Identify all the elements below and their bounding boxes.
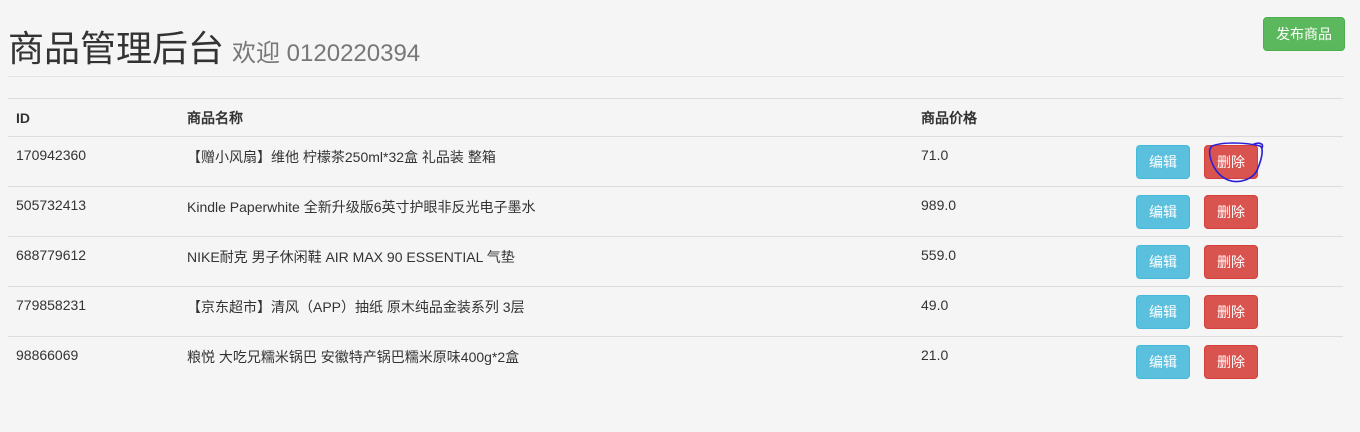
edit-button[interactable]: 编辑 — [1136, 245, 1190, 279]
table-row: 505732413 Kindle Paperwhite 全新升级版6英寸护眼非反… — [8, 186, 1343, 237]
product-id: 170942360 — [8, 136, 179, 187]
welcome-text: 欢迎 0120220394 — [232, 40, 421, 67]
product-id: 98866069 — [8, 336, 179, 387]
page-header: 商品管理后台 欢迎 0120220394 发布商品 — [8, 14, 1345, 77]
edit-button[interactable]: 编辑 — [1136, 145, 1190, 179]
column-header-name: 商品名称 — [179, 98, 913, 137]
product-name: 【赠小风扇】维他 柠檬茶250ml*32盒 礼品装 整箱 — [179, 136, 913, 187]
row-actions: 编辑 删除 — [1128, 236, 1343, 287]
table-row: 98866069 粮悦 大吃兄糯米锅巴 安徽特产锅巴糯米原味400g*2盒 21… — [8, 336, 1343, 387]
product-name: NIKE耐克 男子休闲鞋 AIR MAX 90 ESSENTIAL 气垫 — [179, 236, 913, 287]
publish-product-button[interactable]: 发布商品 — [1263, 17, 1345, 51]
row-actions: 编辑 删除 — [1128, 186, 1343, 237]
table-row: 170942360 【赠小风扇】维他 柠檬茶250ml*32盒 礼品装 整箱 7… — [8, 136, 1343, 187]
app-title: 商品管理后台 — [8, 28, 225, 69]
row-actions: 编辑 删除 — [1128, 336, 1343, 387]
product-price: 71.0 — [913, 136, 1128, 187]
product-name: 【京东超市】清风（APP）抽纸 原木纯品金装系列 3层 — [179, 286, 913, 337]
product-price: 49.0 — [913, 286, 1128, 337]
product-price: 21.0 — [913, 336, 1128, 387]
edit-button[interactable]: 编辑 — [1136, 195, 1190, 229]
delete-button[interactable]: 删除 — [1204, 245, 1258, 279]
table-row: 688779612 NIKE耐克 男子休闲鞋 AIR MAX 90 ESSENT… — [8, 236, 1343, 287]
delete-button[interactable]: 删除 — [1204, 295, 1258, 329]
product-price: 559.0 — [913, 236, 1128, 287]
product-name: 粮悦 大吃兄糯米锅巴 安徽特产锅巴糯米原味400g*2盒 — [179, 336, 913, 387]
row-actions: 编辑 删除 — [1128, 136, 1343, 187]
product-table: ID 商品名称 商品价格 170942360 【赠小风扇】维他 柠檬茶250ml… — [8, 98, 1343, 387]
product-id: 688779612 — [8, 236, 179, 287]
row-actions: 编辑 删除 — [1128, 286, 1343, 337]
table-row: 779858231 【京东超市】清风（APP）抽纸 原木纯品金装系列 3层 49… — [8, 286, 1343, 337]
product-price: 989.0 — [913, 186, 1128, 237]
page-title: 商品管理后台 欢迎 0120220394 — [8, 20, 420, 72]
delete-button[interactable]: 删除 — [1204, 145, 1258, 179]
table-header-row: ID 商品名称 商品价格 — [8, 98, 1343, 137]
product-id: 779858231 — [8, 286, 179, 337]
column-header-id: ID — [8, 98, 179, 137]
column-header-price: 商品价格 — [913, 98, 1128, 137]
edit-button[interactable]: 编辑 — [1136, 295, 1190, 329]
product-id: 505732413 — [8, 186, 179, 237]
delete-button[interactable]: 删除 — [1204, 345, 1258, 379]
delete-button[interactable]: 删除 — [1204, 195, 1258, 229]
column-header-actions — [1128, 98, 1343, 137]
product-name: Kindle Paperwhite 全新升级版6英寸护眼非反光电子墨水 — [179, 186, 913, 237]
edit-button[interactable]: 编辑 — [1136, 345, 1190, 379]
